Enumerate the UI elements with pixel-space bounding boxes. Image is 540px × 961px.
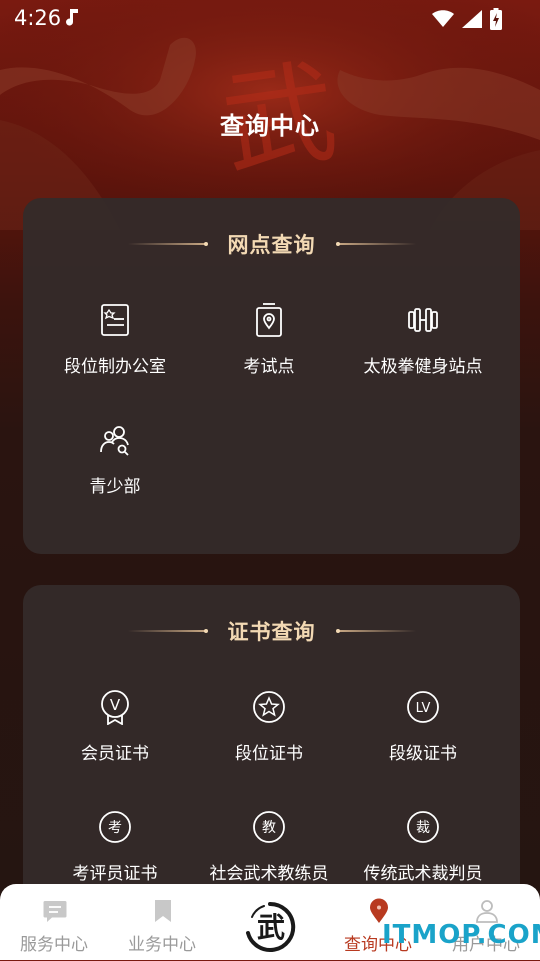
music-note-icon bbox=[64, 7, 80, 31]
certificate-query-title: 证书查询 bbox=[227, 620, 316, 644]
outlet-item-label: 段位制办公室 bbox=[64, 357, 166, 377]
certificate-query-header: 证书查询 bbox=[23, 615, 520, 647]
title-divider-right bbox=[335, 629, 416, 633]
cert-item-coach[interactable]: 教 社会武术教练员 bbox=[184, 809, 354, 884]
signal-icon bbox=[462, 10, 482, 32]
wifi-icon bbox=[432, 10, 454, 32]
chat-bubble-icon bbox=[42, 898, 68, 924]
coach-badge-icon: 教 bbox=[251, 809, 287, 845]
star-badge-icon bbox=[251, 689, 287, 725]
status-bar: 4:26 bbox=[0, 0, 540, 36]
tab-label: 业务中心 bbox=[128, 935, 196, 955]
bookmark-icon bbox=[150, 898, 176, 924]
outlet-item-taichi-station[interactable]: 太极拳健身站点 bbox=[338, 302, 508, 377]
outlet-item-youth[interactable]: 青少部 bbox=[30, 422, 200, 497]
examiner-badge-icon: 考 bbox=[97, 809, 133, 845]
cert-item-label: 段位证书 bbox=[235, 744, 303, 764]
status-time: 4:26 bbox=[14, 6, 62, 30]
cert-item-referee[interactable]: 裁 传统武术裁判员 bbox=[338, 809, 508, 884]
cert-item-duan[interactable]: 段位证书 bbox=[184, 689, 354, 764]
svg-text:V: V bbox=[110, 696, 121, 714]
title-divider-right bbox=[335, 242, 416, 246]
svg-text:考: 考 bbox=[108, 820, 122, 836]
cert-item-level[interactable]: LV 段级证书 bbox=[338, 689, 508, 764]
certificate-query-card: 证书查询 V 会员证书 段位证书 LV 段级证书 考 考评员证书 教 社会武术教… bbox=[23, 585, 520, 905]
title-divider-left bbox=[127, 242, 208, 246]
svg-text:裁: 裁 bbox=[416, 820, 430, 836]
medal-v-icon: V bbox=[97, 689, 133, 726]
outlet-item-office[interactable]: 段位制办公室 bbox=[30, 302, 200, 377]
outlet-query-title: 网点查询 bbox=[227, 233, 316, 257]
cert-item-label: 会员证书 bbox=[81, 744, 149, 764]
tab-service-center[interactable]: 服务中心 bbox=[0, 884, 108, 960]
cert-item-label: 社会武术教练员 bbox=[209, 864, 329, 884]
cert-item-label: 考评员证书 bbox=[72, 864, 158, 884]
wu-logo-icon: 武 bbox=[241, 898, 299, 956]
youth-group-icon bbox=[97, 422, 133, 458]
id-card-icon bbox=[97, 302, 133, 338]
watermark: ITMOP.COM bbox=[382, 920, 540, 950]
outlet-item-label: 太极拳健身站点 bbox=[363, 357, 483, 377]
referee-badge-icon: 裁 bbox=[405, 809, 441, 845]
cert-item-examiner[interactable]: 考 考评员证书 bbox=[30, 809, 200, 884]
outlet-item-exam-site[interactable]: 考试点 bbox=[184, 302, 354, 377]
tab-label: 服务中心 bbox=[20, 935, 88, 955]
svg-text:武: 武 bbox=[257, 911, 285, 944]
cert-item-label: 传统武术裁判员 bbox=[363, 864, 483, 884]
svg-text:教: 教 bbox=[262, 820, 276, 836]
cert-item-member[interactable]: V 会员证书 bbox=[30, 689, 200, 764]
outlet-item-label: 青少部 bbox=[89, 477, 141, 497]
lv-badge-icon: LV bbox=[405, 689, 441, 725]
outlet-query-header: 网点查询 bbox=[23, 228, 520, 260]
battery-charging-icon bbox=[490, 8, 502, 34]
outlet-item-label: 考试点 bbox=[243, 357, 295, 377]
title-divider-left bbox=[127, 629, 208, 633]
tab-business-center[interactable]: 业务中心 bbox=[108, 884, 216, 960]
svg-text:LV: LV bbox=[416, 701, 431, 716]
outlet-query-card: 网点查询 段位制办公室 考试点 太极拳健身站点 青少部 bbox=[23, 198, 520, 554]
location-pin-icon bbox=[251, 302, 287, 338]
dumbbell-icon bbox=[405, 302, 441, 338]
cert-item-label: 段级证书 bbox=[389, 744, 457, 764]
wu-logo-button[interactable]: 武 bbox=[240, 897, 300, 957]
page-title: 查询中心 bbox=[220, 112, 320, 140]
